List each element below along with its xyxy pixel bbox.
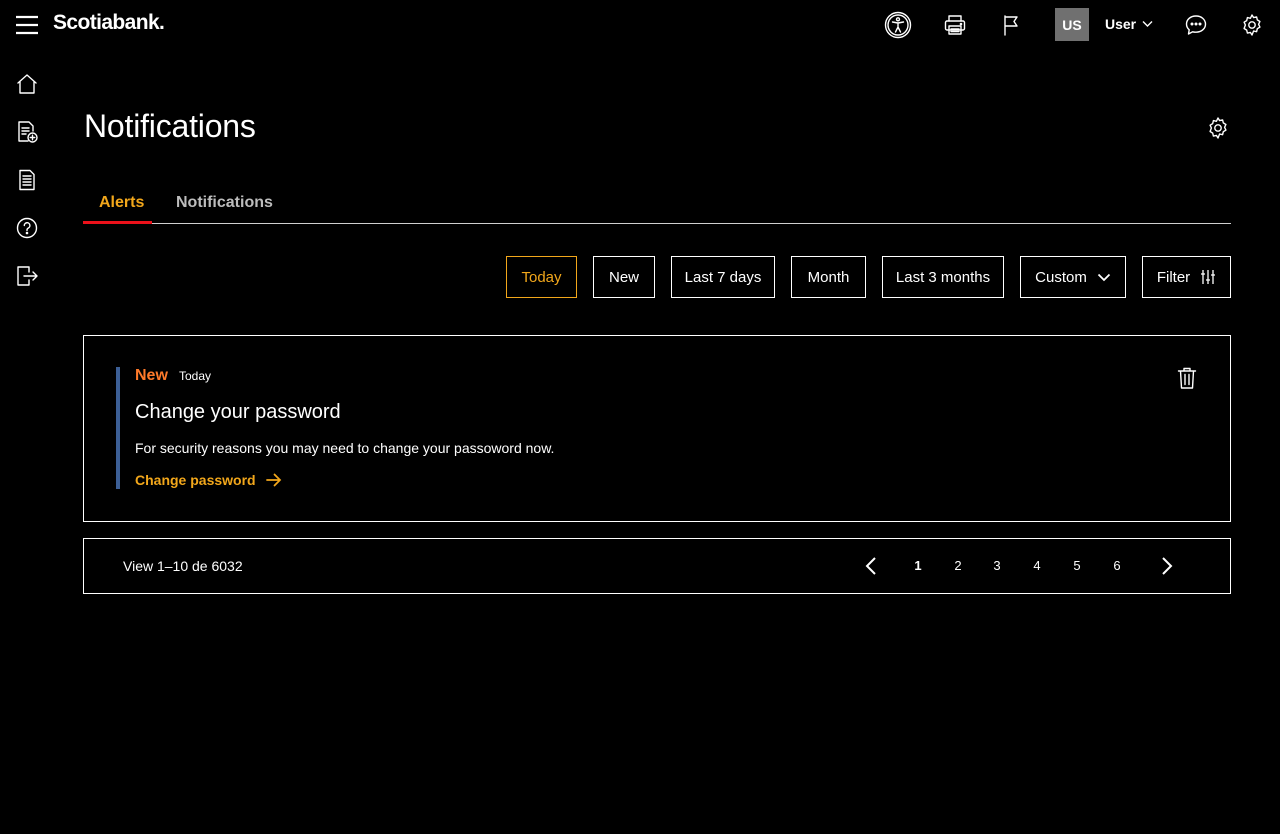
add-document-icon[interactable] (14, 119, 40, 145)
pagination-info: View 1–10 de 6032 (123, 558, 243, 574)
chevron-down-icon (1097, 273, 1110, 281)
menu-icon[interactable] (15, 13, 39, 37)
card-accent-bar (116, 367, 120, 489)
chat-icon[interactable] (1181, 10, 1211, 40)
notification-card: New Today Change your password For secur… (83, 335, 1231, 522)
logout-icon[interactable] (14, 263, 40, 289)
filter-custom-dropdown[interactable]: Custom (1020, 256, 1126, 298)
chevron-down-icon (1142, 21, 1153, 27)
chevron-left-icon[interactable] (860, 554, 884, 578)
accessibility-icon[interactable] (883, 10, 913, 40)
help-icon[interactable] (14, 215, 40, 241)
page-title: Notifications (84, 108, 256, 144)
filter-today-button[interactable]: Today (506, 256, 577, 298)
tab-alerts[interactable]: Alerts (99, 194, 144, 212)
gear-icon[interactable] (1237, 10, 1267, 40)
trash-icon[interactable] (1177, 366, 1201, 392)
avatar[interactable]: US (1055, 8, 1089, 41)
filter-last-3-months-button[interactable]: Last 3 months (882, 256, 1004, 298)
custom-label: Custom (1035, 268, 1087, 286)
filter-button[interactable]: Filter (1142, 256, 1231, 298)
brand-logo[interactable]: Scotiabank. (53, 11, 165, 35)
top-bar: Scotiabank. US User (0, 0, 1280, 50)
chevron-right-icon[interactable] (1154, 554, 1178, 578)
notification-date: Today (179, 369, 212, 383)
change-password-label: Change password (135, 472, 256, 488)
filter-month-button[interactable]: Month (791, 256, 866, 298)
page-3[interactable]: 3 (990, 558, 1004, 573)
notification-title: Change your password (135, 401, 341, 423)
filter-label: Filter (1156, 268, 1191, 286)
notification-settings-gear-icon[interactable] (1206, 116, 1232, 142)
document-icon[interactable] (14, 167, 40, 193)
page-6[interactable]: 6 (1110, 558, 1124, 573)
sliders-icon (1201, 270, 1216, 284)
pagination: View 1–10 de 6032 1 2 3 4 5 6 (83, 538, 1231, 594)
page-1[interactable]: 1 (911, 558, 925, 573)
status-badge: New (135, 367, 168, 384)
page-2[interactable]: 2 (951, 558, 965, 573)
page-5[interactable]: 5 (1070, 558, 1084, 573)
flag-icon[interactable] (996, 10, 1026, 40)
change-password-link[interactable]: Change password (135, 472, 282, 488)
user-menu[interactable]: User (1105, 16, 1153, 32)
print-icon[interactable] (940, 10, 970, 40)
home-icon[interactable] (14, 71, 40, 97)
arrow-right-icon (265, 473, 281, 487)
active-tab-indicator (83, 221, 152, 224)
filter-last-7-days-button[interactable]: Last 7 days (671, 256, 775, 298)
user-label: User (1105, 16, 1137, 32)
tab-notifications[interactable]: Notifications (176, 194, 273, 212)
tab-bar: Alerts Notifications (83, 183, 1231, 224)
filter-new-button[interactable]: New (593, 256, 655, 298)
page-4[interactable]: 4 (1030, 558, 1044, 573)
notification-body: For security reasons you may need to cha… (135, 440, 555, 456)
